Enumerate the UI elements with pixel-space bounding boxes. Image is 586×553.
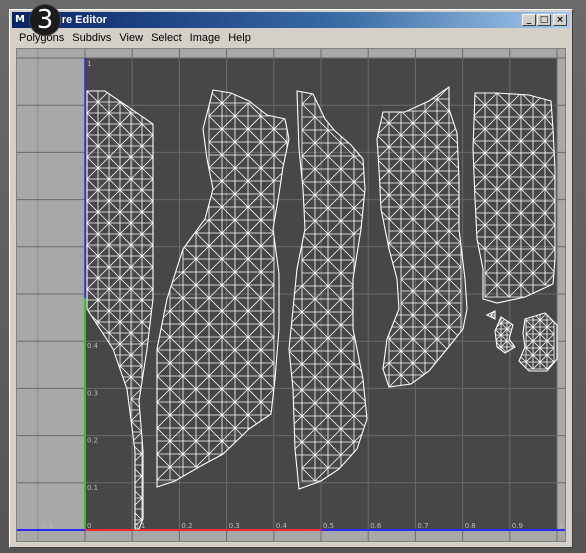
- u-tick-label: 0.9: [512, 522, 523, 530]
- menu-bar: Polygons Subdivs View Select Image Help: [12, 30, 570, 46]
- u-tick-label: 0.5: [323, 522, 334, 530]
- v-tick-label: 1: [87, 60, 91, 68]
- u-tick-label: -0.1: [40, 522, 54, 530]
- title-bar[interactable]: M ure Editor _ □ ×: [12, 12, 570, 28]
- uv-viewport[interactable]: -0.1 0 0.1 0.2 0.3 0.4 0.5 0.6 0.7 0.8 0.9 10.10.20…: [17, 49, 565, 541]
- uv-texture-editor-window: M ure Editor _ □ × Polygons Subdivs View…: [9, 9, 573, 548]
- u-tick-label: 0: [87, 522, 91, 530]
- menu-image[interactable]: Image: [186, 30, 225, 46]
- u-tick-label: 0.4: [276, 522, 288, 530]
- maya-app-icon[interactable]: M: [15, 14, 28, 26]
- menu-view[interactable]: View: [115, 30, 147, 46]
- u-tick-label: 0.2: [181, 522, 192, 530]
- u-tick-label: 0.8: [465, 522, 476, 530]
- u-tick-label: 1: [559, 522, 563, 530]
- step-number-badge: 3: [29, 4, 61, 36]
- close-button[interactable]: ×: [553, 14, 567, 26]
- menu-help[interactable]: Help: [224, 30, 255, 46]
- v-tick-label: 0.1: [87, 484, 98, 492]
- window-title: ure Editor: [55, 14, 107, 26]
- menu-select[interactable]: Select: [147, 30, 186, 46]
- minimize-button[interactable]: _: [522, 14, 536, 26]
- v-tick-label: 0.3: [87, 389, 98, 397]
- maximize-button[interactable]: □: [537, 14, 551, 26]
- uv-viewport-frame: -0.1 0 0.1 0.2 0.3 0.4 0.5 0.6 0.7 0.8 0.9 1 0.1 0.2 0…: [16, 48, 566, 542]
- u-tick-label: 0.3: [229, 522, 240, 530]
- v-tick-label: 0.2: [87, 437, 98, 445]
- v-tick-label: 0.4: [87, 342, 99, 350]
- u-tick-label: 0.6: [370, 522, 382, 530]
- u-tick-label: 0.7: [417, 522, 428, 530]
- menu-subdivs[interactable]: Subdivs: [68, 30, 115, 46]
